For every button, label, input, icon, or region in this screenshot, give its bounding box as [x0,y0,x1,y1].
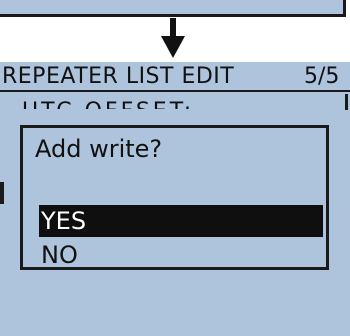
option-no[interactable]: NO [39,239,323,271]
dialog-question: Add write? [35,135,163,163]
cursor-marker [0,182,4,204]
confirm-dialog: Add write? YES NO [20,125,329,270]
scroll-indicator [345,94,348,110]
option-yes[interactable]: YES [39,205,323,237]
down-arrow-icon [161,18,185,58]
title-divider [0,90,350,92]
list-item-label: UTC OFFSET: [22,99,272,109]
list-item-partial: UTC OFFSET: [22,95,272,109]
screen-title: REPEATER LIST EDIT [2,64,235,89]
page-indicator: 5/5 [304,64,340,89]
lcd-screen: REPEATER LIST EDIT 5/5 UTC OFFSET: Add w… [0,62,350,336]
